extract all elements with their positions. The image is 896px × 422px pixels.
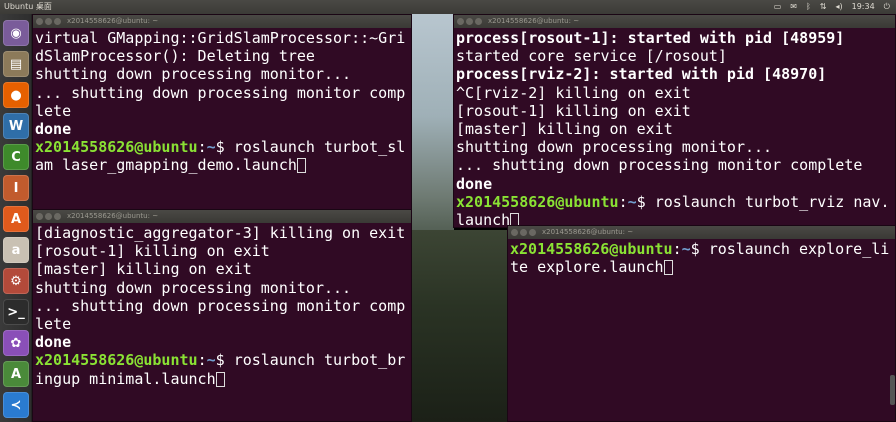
terminal-line: done bbox=[456, 174, 493, 193]
terminal-title: x2014558626@ubuntu: ~ bbox=[542, 228, 634, 236]
text-cursor bbox=[296, 158, 306, 174]
terminal-line: shutting down processing monitor... bbox=[456, 138, 773, 157]
launcher-firefox-icon[interactable]: ● bbox=[3, 82, 29, 108]
minimize-icon[interactable] bbox=[466, 18, 473, 25]
close-icon[interactable] bbox=[457, 18, 464, 25]
terminal-window-bottom-right[interactable]: x2014558626@ubuntu: ~ x2014558626@ubuntu… bbox=[507, 225, 896, 422]
terminal-line: ... shutting down processing monitor com… bbox=[456, 156, 863, 175]
prompt-separator: : bbox=[197, 138, 207, 157]
terminal-titlebar[interactable]: x2014558626@ubuntu: ~ bbox=[508, 226, 895, 239]
prompt-symbol: $ bbox=[215, 351, 234, 370]
terminal-output[interactable]: [diagnostic_aggregator-3] killing on exi… bbox=[35, 224, 409, 421]
terminal-prompt-line[interactable]: x2014558626@ubuntu:~$ roslaunch turbot_s… bbox=[35, 138, 409, 174]
prompt-symbol: $ bbox=[690, 240, 709, 258]
prompt-separator: : bbox=[197, 351, 207, 370]
launcher-vscode-icon[interactable]: ≺ bbox=[3, 392, 29, 418]
terminal-line: [master] killing on exit bbox=[456, 120, 673, 139]
launcher-libreoffice-calc-icon[interactable]: C bbox=[3, 144, 29, 170]
terminal-titlebar[interactable]: x2014558626@ubuntu: ~ bbox=[33, 210, 411, 223]
terminal-titlebar[interactable]: x2014558626@ubuntu: ~ bbox=[454, 15, 895, 28]
launcher-system-settings-icon[interactable]: ⚙ bbox=[3, 268, 29, 294]
terminal-line: done bbox=[35, 120, 72, 139]
maximize-icon[interactable] bbox=[54, 18, 61, 25]
prompt-symbol: $ bbox=[636, 192, 655, 211]
terminal-line: started core service [/rosout] bbox=[456, 47, 727, 66]
minimize-icon[interactable] bbox=[45, 18, 52, 25]
prompt-path: ~ bbox=[206, 351, 216, 370]
terminal-window-top-right[interactable]: x2014558626@ubuntu: ~ process[rosout-1]:… bbox=[453, 14, 896, 228]
terminal-output[interactable]: virtual GMapping::GridSlamProcessor::~Gr… bbox=[35, 29, 409, 211]
terminal-line: virtual GMapping::GridSlamProcessor::~Gr… bbox=[35, 29, 406, 66]
text-cursor bbox=[215, 371, 225, 387]
prompt-separator: : bbox=[672, 240, 682, 258]
launcher-dash-home-icon[interactable]: ◉ bbox=[3, 20, 29, 46]
terminal-line: shutting down processing monitor... bbox=[35, 278, 352, 297]
terminal-prompt-line[interactable]: x2014558626@ubuntu:~$ roslaunch explore_… bbox=[510, 240, 893, 276]
prompt-user: x2014558626@ubuntu bbox=[35, 138, 198, 157]
clock[interactable]: 19:34 bbox=[852, 0, 875, 14]
terminal-line: [rosout-1] killing on exit bbox=[456, 101, 691, 120]
terminal-line: process[rviz-2]: started with pid [48970… bbox=[456, 65, 827, 84]
terminal-line: ... shutting down processing monitor com… bbox=[35, 83, 406, 120]
mail-icon[interactable]: ✉ bbox=[790, 0, 797, 14]
close-icon[interactable] bbox=[36, 18, 43, 25]
prompt-symbol: $ bbox=[215, 138, 234, 157]
prompt-path: ~ bbox=[681, 240, 691, 258]
maximize-icon[interactable] bbox=[475, 18, 482, 25]
launcher-libreoffice-writer-icon[interactable]: W bbox=[3, 113, 29, 139]
system-tray: ▭ ✉ ᛒ ⇅ ◂) 19:34 ⏻ bbox=[774, 0, 890, 14]
prompt-user: x2014558626@ubuntu bbox=[510, 240, 673, 258]
terminal-title: x2014558626@ubuntu: ~ bbox=[67, 212, 159, 220]
terminal-output[interactable]: process[rosout-1]: started with pid [489… bbox=[456, 29, 893, 227]
launcher-ubuntu-software-icon[interactable]: A bbox=[3, 206, 29, 232]
wifi-icon[interactable]: ⇅ bbox=[820, 0, 827, 14]
maximize-icon[interactable] bbox=[529, 229, 536, 236]
scrollbar[interactable] bbox=[890, 375, 895, 405]
prompt-path: ~ bbox=[627, 192, 637, 211]
power-icon[interactable]: ⏻ bbox=[884, 0, 890, 14]
terminal-output[interactable]: x2014558626@ubuntu:~$ roslaunch explore_… bbox=[510, 240, 893, 421]
terminal-title: x2014558626@ubuntu: ~ bbox=[488, 17, 580, 25]
launcher-terminal-icon[interactable]: >_ bbox=[3, 299, 29, 325]
terminal-prompt-line[interactable]: x2014558626@ubuntu:~$ roslaunch turbot_r… bbox=[456, 192, 893, 227]
terminal-title: x2014558626@ubuntu: ~ bbox=[67, 17, 159, 25]
terminal-prompt-line[interactable]: x2014558626@ubuntu:~$ roslaunch turbot_b… bbox=[35, 351, 409, 387]
text-cursor bbox=[663, 260, 673, 276]
bluetooth-icon[interactable]: ᛒ bbox=[806, 0, 811, 14]
launcher: ◉ ▤ ● W C I Aa ⚙ >_ ✿ A ≺ bbox=[0, 14, 32, 422]
terminal-line: [rosout-1] killing on exit bbox=[35, 242, 270, 261]
terminal-window-bottom-left[interactable]: x2014558626@ubuntu: ~ [diagnostic_aggreg… bbox=[32, 209, 412, 422]
prompt-separator: : bbox=[618, 192, 628, 211]
keyboard-icon[interactable]: ▭ bbox=[774, 0, 782, 14]
terminal-line: [master] killing on exit bbox=[35, 260, 252, 279]
close-icon[interactable] bbox=[511, 229, 518, 236]
launcher-files-icon[interactable]: ▤ bbox=[3, 51, 29, 77]
window-title: Ubuntu 桌面 bbox=[4, 2, 52, 11]
maximize-icon[interactable] bbox=[54, 213, 61, 220]
launcher-amazon-icon[interactable]: a bbox=[3, 237, 29, 263]
terminal-line: process[rosout-1]: started with pid [489… bbox=[456, 29, 845, 47]
prompt-user: x2014558626@ubuntu bbox=[456, 192, 619, 211]
terminal-titlebar[interactable]: x2014558626@ubuntu: ~ bbox=[33, 15, 411, 28]
minimize-icon[interactable] bbox=[520, 229, 527, 236]
top-panel: Ubuntu 桌面 ▭ ✉ ᛒ ⇅ ◂) 19:34 ⏻ bbox=[0, 0, 896, 14]
desktop-wallpaper-lower bbox=[412, 230, 508, 422]
volume-icon[interactable]: ◂) bbox=[835, 0, 842, 14]
terminal-line: ^C[rviz-2] killing on exit bbox=[456, 83, 691, 102]
terminal-window-top-left[interactable]: x2014558626@ubuntu: ~ virtual GMapping::… bbox=[32, 14, 412, 212]
prompt-user: x2014558626@ubuntu bbox=[35, 351, 198, 370]
terminal-line: [diagnostic_aggregator-3] killing on exi… bbox=[35, 224, 406, 242]
launcher-qtcreator-icon[interactable]: A bbox=[3, 361, 29, 387]
terminal-line: shutting down processing monitor... bbox=[35, 65, 352, 84]
prompt-path: ~ bbox=[206, 138, 216, 157]
launcher-libreoffice-impress-icon[interactable]: I bbox=[3, 175, 29, 201]
minimize-icon[interactable] bbox=[45, 213, 52, 220]
launcher-app-purple-icon[interactable]: ✿ bbox=[3, 330, 29, 356]
terminal-line: ... shutting down processing monitor com… bbox=[35, 296, 406, 334]
terminal-line: done bbox=[35, 333, 72, 352]
close-icon[interactable] bbox=[36, 213, 43, 220]
